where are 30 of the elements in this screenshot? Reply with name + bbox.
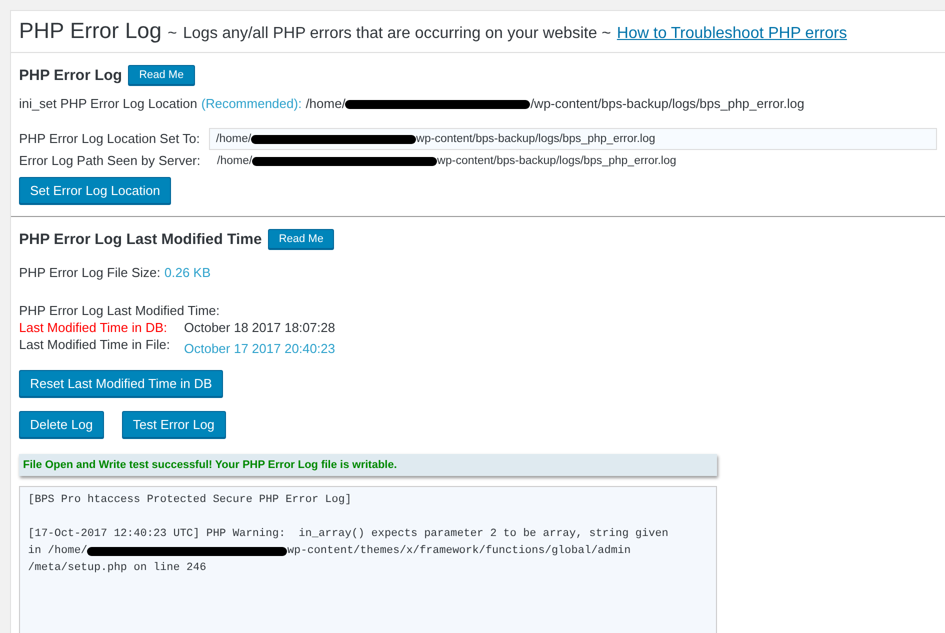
section-heading: PHP Error Log Last Modified Time bbox=[19, 230, 262, 248]
time-value: October 17 2017 20:40:23 bbox=[184, 341, 336, 356]
read-me-button[interactable]: Read Me bbox=[268, 229, 334, 249]
time-value: October 18 2017 18:07:28 bbox=[184, 320, 336, 335]
read-me-button[interactable]: Read Me bbox=[128, 65, 195, 85]
location-input-field[interactable]: /home/ wp-content/bps-backup/logs/bps_php_error.log bbox=[209, 128, 937, 150]
modified-time-heading: PHP Error Log Last Modified Time: bbox=[19, 303, 221, 318]
server-path-label: Error Log Path Seen by Server: bbox=[19, 153, 202, 169]
time-label: Last Modified Time in DB: bbox=[19, 320, 168, 335]
path-text: /home/ bbox=[306, 96, 346, 112]
page-title: PHP Error Log bbox=[19, 18, 162, 44]
set-location-button[interactable]: Set Error Log Location bbox=[19, 177, 172, 204]
file-size-label: PHP Error Log File Size: bbox=[19, 265, 160, 281]
reset-time-button[interactable]: Reset Last Modified Time in DB bbox=[19, 370, 224, 397]
path-text: /home/ bbox=[217, 154, 252, 169]
ini-set-label: ini_set PHP Error Log Location bbox=[19, 96, 198, 112]
log-text-area[interactable]: [BPS Pro htaccess Protected Secure PHP Error Log] [17-Oct-2017 12:40:23 UTC] PHP Warning: in_array() expects parameter 2 to be array, string given in /home/ wp-content/themes/x/framework/functions/global/admin /meta/setup.php on line 246 bbox=[19, 486, 717, 633]
log-action-button[interactable]: Delete Log bbox=[19, 411, 104, 438]
location-label: PHP Error Log Location Set To: bbox=[19, 131, 201, 147]
path-text: /wp-content/bps-backup/logs/bps_php_error.log bbox=[530, 96, 804, 112]
path-text: wp-content/bps-backup/logs/bps_php_error.log bbox=[437, 154, 676, 169]
page-subtitle: Logs any/all PHP errors that are occurring on your website ~ bbox=[183, 25, 611, 43]
log-action-button[interactable]: Test Error Log bbox=[122, 411, 226, 438]
success-notice: File Open and Write test successful! Your PHP Error Log file is writable. bbox=[19, 454, 717, 476]
recommended-note: (Recommended): bbox=[201, 96, 302, 112]
troubleshoot-link[interactable]: How to Troubleshoot PHP errors bbox=[616, 25, 847, 43]
title-separator: ~ bbox=[168, 25, 177, 43]
time-label: Last Modified Time in File: bbox=[19, 337, 172, 354]
section-heading: PHP Error Log bbox=[19, 66, 122, 84]
file-size-value: 0.26 KB bbox=[164, 265, 211, 281]
